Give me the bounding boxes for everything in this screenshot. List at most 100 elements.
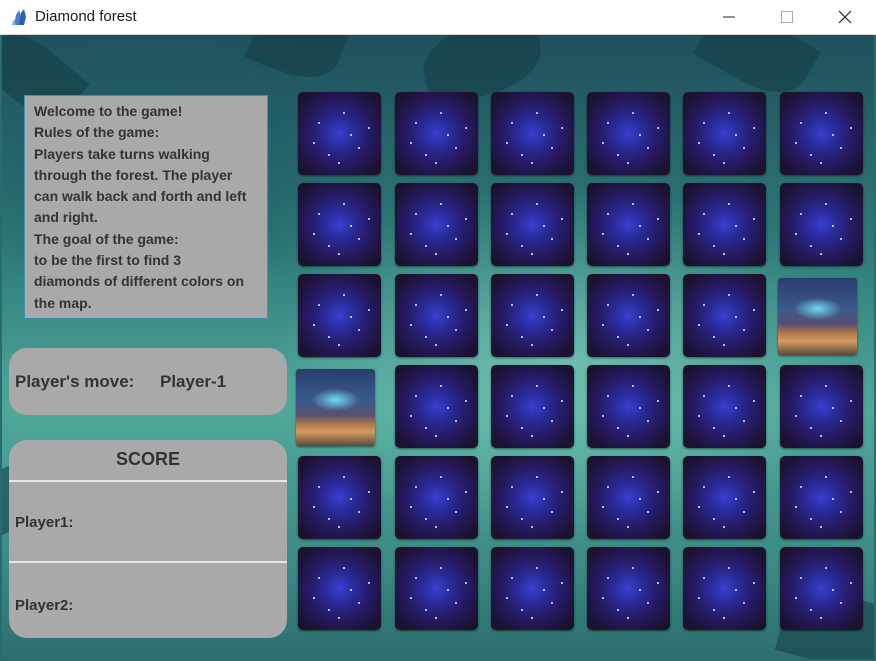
star-dot (350, 498, 352, 500)
star-dot (368, 218, 370, 220)
star-dot (617, 245, 619, 247)
star-dot (698, 506, 700, 508)
hidden-tile[interactable] (395, 456, 478, 539)
hidden-tile[interactable] (298, 456, 381, 539)
hidden-tile[interactable] (298, 183, 381, 266)
hidden-tile[interactable] (491, 365, 574, 448)
star-dot (368, 491, 370, 493)
star-dot (728, 385, 730, 387)
hidden-tile[interactable] (683, 456, 766, 539)
star-dot (698, 142, 700, 144)
minimize-icon (723, 16, 735, 18)
hidden-tile[interactable] (298, 92, 381, 175)
rules-line: the map. (34, 294, 92, 311)
star-dot (723, 162, 725, 164)
star-dot (551, 602, 553, 604)
star-dot (840, 420, 842, 422)
star-dot (425, 154, 427, 156)
star-dot (465, 582, 467, 584)
hidden-tile[interactable] (683, 365, 766, 448)
hidden-tile[interactable] (780, 92, 863, 175)
star-dot (415, 395, 417, 397)
hidden-tile[interactable] (491, 274, 574, 357)
star-dot (440, 476, 442, 478)
star-dot (728, 567, 730, 569)
hidden-tile[interactable] (683, 92, 766, 175)
star-dot (735, 134, 737, 136)
hidden-tile[interactable] (780, 183, 863, 266)
star-dot (753, 218, 755, 220)
hidden-tile[interactable] (780, 547, 863, 630)
hidden-tile[interactable] (395, 183, 478, 266)
star-dot (425, 336, 427, 338)
hidden-tile[interactable] (780, 456, 863, 539)
star-dot (810, 427, 812, 429)
star-dot (607, 122, 609, 124)
star-dot (657, 127, 659, 129)
hidden-tile[interactable] (395, 92, 478, 175)
star-dot (657, 582, 659, 584)
star-dot (820, 617, 822, 619)
star-dot (647, 602, 649, 604)
star-dot (627, 617, 629, 619)
star-dot (723, 617, 725, 619)
star-dot (455, 329, 457, 331)
hidden-tile[interactable] (683, 183, 766, 266)
hidden-tile[interactable] (587, 183, 670, 266)
revealed-tile[interactable] (778, 278, 857, 355)
star-dot (338, 617, 340, 619)
revealed-tile[interactable] (296, 369, 375, 446)
hidden-tile[interactable] (587, 92, 670, 175)
hidden-tile[interactable] (395, 547, 478, 630)
hidden-tile[interactable] (780, 365, 863, 448)
star-dot (728, 203, 730, 205)
star-dot (850, 400, 852, 402)
star-dot (521, 245, 523, 247)
hidden-tile[interactable] (491, 92, 574, 175)
star-dot (602, 506, 604, 508)
star-dot (820, 435, 822, 437)
star-dot (728, 112, 730, 114)
star-dot (455, 602, 457, 604)
star-dot (647, 238, 649, 240)
maximize-button[interactable] (758, 0, 816, 34)
star-dot (415, 577, 417, 579)
star-dot (703, 213, 705, 215)
star-dot (602, 142, 604, 144)
hidden-tile[interactable] (587, 547, 670, 630)
star-dot (410, 142, 412, 144)
hidden-tile[interactable] (491, 456, 574, 539)
minimize-button[interactable] (700, 0, 758, 34)
hidden-tile[interactable] (683, 274, 766, 357)
star-dot (415, 122, 417, 124)
star-dot (447, 316, 449, 318)
star-dot (743, 147, 745, 149)
star-dot (647, 420, 649, 422)
star-dot (343, 112, 345, 114)
hidden-tile[interactable] (395, 274, 478, 357)
close-button[interactable] (816, 0, 874, 34)
title-bar: Diamond forest (0, 0, 876, 35)
hidden-tile[interactable] (395, 365, 478, 448)
hidden-tile[interactable] (587, 456, 670, 539)
star-dot (521, 154, 523, 156)
star-dot (318, 122, 320, 124)
hidden-tile[interactable] (298, 274, 381, 357)
hidden-tile[interactable] (491, 183, 574, 266)
hidden-tile[interactable] (683, 547, 766, 630)
hidden-tile[interactable] (587, 274, 670, 357)
star-dot (328, 245, 330, 247)
star-dot (561, 582, 563, 584)
star-dot (617, 518, 619, 520)
star-dot (561, 127, 563, 129)
hidden-tile[interactable] (587, 365, 670, 448)
hidden-tile[interactable] (298, 547, 381, 630)
star-dot (536, 476, 538, 478)
hidden-tile[interactable] (491, 547, 574, 630)
star-dot (358, 511, 360, 513)
star-dot (607, 304, 609, 306)
crystal-icon (12, 9, 26, 25)
star-dot (735, 407, 737, 409)
star-dot (627, 162, 629, 164)
star-dot (543, 316, 545, 318)
